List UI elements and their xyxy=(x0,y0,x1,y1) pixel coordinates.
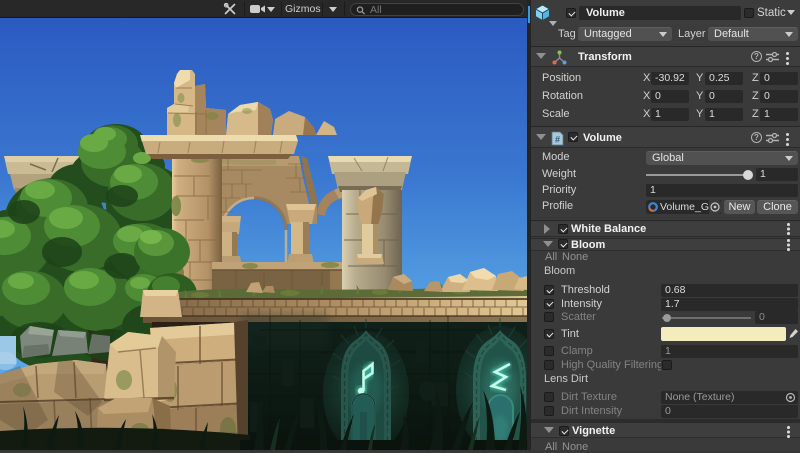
svg-text:#: # xyxy=(555,135,560,145)
